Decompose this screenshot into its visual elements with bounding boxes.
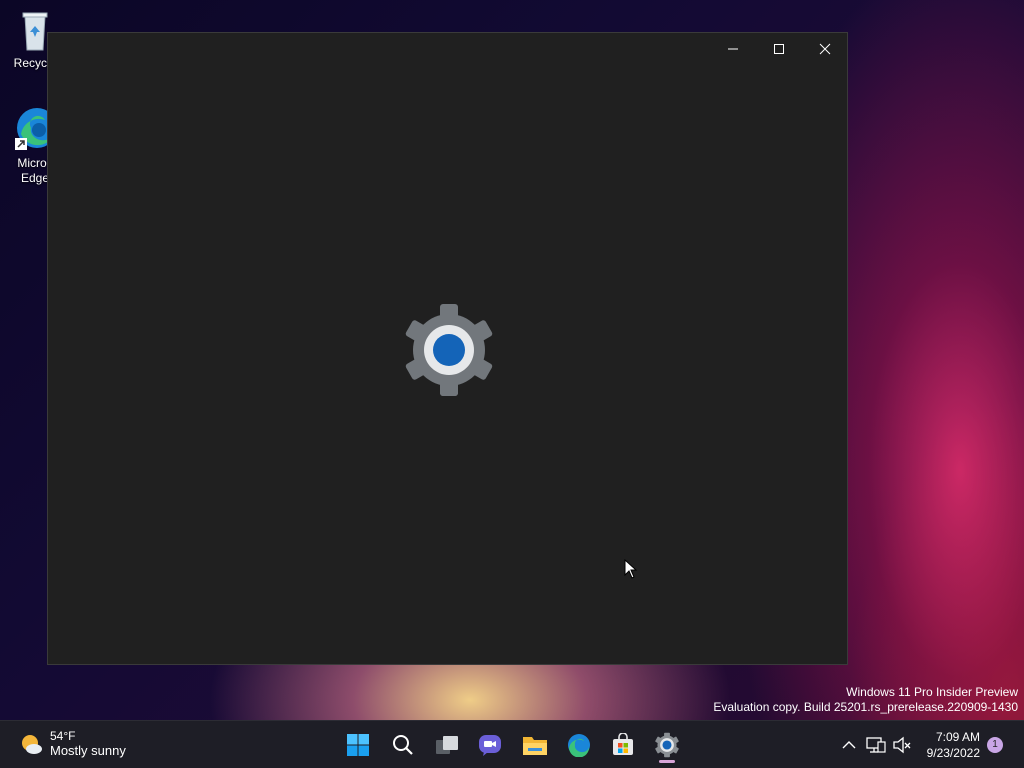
- weather-temp: 54°F: [50, 729, 76, 743]
- clock-time: 7:09 AM: [935, 730, 980, 744]
- close-icon: [819, 43, 831, 55]
- weather-widget[interactable]: 54°F Mostly sunny: [18, 729, 126, 759]
- network-icon: [866, 737, 886, 753]
- taskbar-chat-button[interactable]: [474, 729, 506, 761]
- minimize-icon: [728, 48, 738, 50]
- close-button[interactable]: [802, 33, 848, 65]
- volume-button[interactable]: [886, 729, 918, 761]
- system-clock[interactable]: 7:09 AM 9/23/2022: [927, 729, 980, 761]
- settings-gear-icon: [400, 301, 498, 399]
- settings-window[interactable]: [47, 32, 848, 665]
- mouse-cursor-icon: [624, 558, 638, 579]
- taskbar: 54°F Mostly sunny 7:09 AM 9/23/2022 1: [0, 720, 1024, 768]
- clock-date: 9/23/2022: [926, 746, 980, 760]
- taskbar-file-explorer-button[interactable]: [519, 729, 551, 761]
- chevron-up-icon: [842, 741, 856, 749]
- task-view-icon: [436, 736, 458, 754]
- minimize-button[interactable]: [710, 33, 756, 65]
- volume-muted-icon: [893, 736, 911, 754]
- start-icon: [347, 734, 369, 756]
- watermark-line1: Windows 11 Pro Insider Preview: [846, 685, 1018, 699]
- settings-icon: [655, 732, 679, 758]
- store-icon: [613, 733, 633, 755]
- notification-badge[interactable]: 1: [987, 737, 1003, 753]
- maximize-button[interactable]: [756, 33, 802, 65]
- taskbar-settings-button[interactable]: [651, 729, 683, 763]
- build-watermark: Windows 11 Pro Insider Preview Evaluatio…: [713, 685, 1018, 715]
- taskbar-edge-button[interactable]: [563, 729, 595, 761]
- watermark-line2: Evaluation copy. Build 25201.rs_prerelea…: [713, 700, 1018, 714]
- maximize-icon: [774, 44, 784, 54]
- taskbar-start-button[interactable]: [342, 729, 374, 761]
- file-explorer-icon: [523, 737, 547, 755]
- active-app-indicator: [659, 760, 675, 763]
- edge-icon: [568, 734, 590, 757]
- weather-sun-icon: [22, 735, 42, 754]
- weather-condition: Mostly sunny: [50, 743, 126, 758]
- taskbar-store-button[interactable]: [607, 729, 639, 761]
- taskbar-task-view-button[interactable]: [431, 729, 463, 761]
- chat-icon: [479, 735, 501, 756]
- search-icon: [393, 735, 413, 755]
- taskbar-search-button[interactable]: [387, 729, 419, 761]
